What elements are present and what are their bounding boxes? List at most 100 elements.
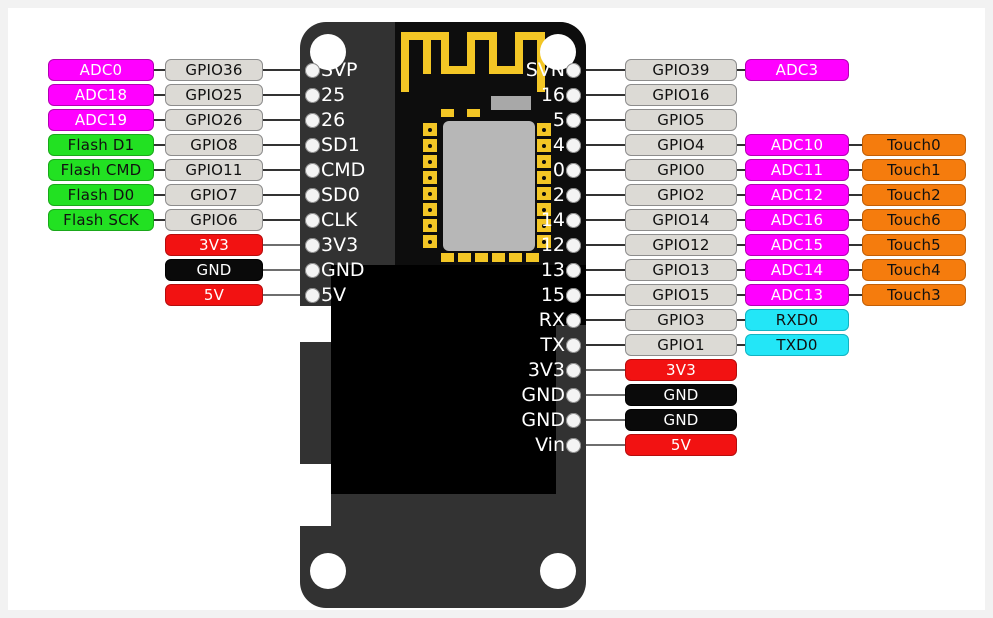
- right-touch-box-9[interactable]: Touch3: [862, 284, 966, 306]
- mount-hole-bottom-left: [310, 553, 346, 589]
- left-gpio-box-5[interactable]: GPIO7: [165, 184, 263, 206]
- header-pin-right-13[interactable]: [566, 387, 581, 403]
- header-pin-left-6[interactable]: [305, 212, 320, 228]
- right-touch-box-5[interactable]: Touch2: [862, 184, 966, 206]
- header-pin-right-0[interactable]: [566, 62, 581, 78]
- module-pad-bottom-0: [441, 253, 454, 262]
- left-func-box-4[interactable]: Flash CMD: [48, 159, 154, 181]
- module-pad-bottom-3: [492, 253, 505, 262]
- right-adc-box-5[interactable]: ADC12: [745, 184, 849, 206]
- right-adc-box-4[interactable]: ADC11: [745, 159, 849, 181]
- right-gpio-box-8[interactable]: GPIO13: [625, 259, 737, 281]
- right-touch-box-3[interactable]: Touch0: [862, 134, 966, 156]
- right-gpio-box-11[interactable]: GPIO1: [625, 334, 737, 356]
- header-pin-right-15[interactable]: [566, 437, 581, 453]
- left-gpio-box-1[interactable]: GPIO25: [165, 84, 263, 106]
- header-pin-right-12[interactable]: [566, 362, 581, 378]
- pin-silk-label-right-8: 13: [540, 259, 565, 281]
- header-pin-left-9[interactable]: [305, 287, 320, 303]
- right-gpio-box-15[interactable]: 5V: [625, 434, 737, 456]
- header-pin-right-1[interactable]: [566, 87, 581, 103]
- left-func-box-2[interactable]: ADC19: [48, 109, 154, 131]
- header-pin-right-6[interactable]: [566, 212, 581, 228]
- left-func-box-3[interactable]: Flash D1: [48, 134, 154, 156]
- header-pin-right-10[interactable]: [566, 312, 581, 328]
- left-func-box-1[interactable]: ADC18: [48, 84, 154, 106]
- header-pin-right-9[interactable]: [566, 287, 581, 303]
- right-touch-box-8[interactable]: Touch4: [862, 259, 966, 281]
- connector-line: [582, 269, 625, 271]
- right-gpio-box-12[interactable]: 3V3: [625, 359, 737, 381]
- header-pin-right-11[interactable]: [566, 337, 581, 353]
- right-gpio-box-4[interactable]: GPIO0: [625, 159, 737, 181]
- right-adc-box-7[interactable]: ADC15: [745, 234, 849, 256]
- right-uart-box-10[interactable]: RXD0: [745, 309, 849, 331]
- right-adc-box-6[interactable]: ADC16: [745, 209, 849, 231]
- right-uart-box-11[interactable]: TXD0: [745, 334, 849, 356]
- left-gpio-box-6[interactable]: GPIO6: [165, 209, 263, 231]
- connector-line: [737, 169, 745, 171]
- left-gpio-box-4[interactable]: GPIO11: [165, 159, 263, 181]
- right-gpio-box-14[interactable]: GND: [625, 409, 737, 431]
- right-gpio-box-0[interactable]: GPIO39: [625, 59, 737, 81]
- right-gpio-box-7[interactable]: GPIO12: [625, 234, 737, 256]
- mount-hole-bottom-right: [540, 553, 576, 589]
- pin-silk-label-right-7: 12: [540, 234, 565, 256]
- right-adc-box-9[interactable]: ADC13: [745, 284, 849, 306]
- left-func-box-5[interactable]: Flash D0: [48, 184, 154, 206]
- left-gpio-box-3[interactable]: GPIO8: [165, 134, 263, 156]
- header-pin-left-4[interactable]: [305, 162, 320, 178]
- connector-line: [849, 269, 862, 271]
- header-pin-left-5[interactable]: [305, 187, 320, 203]
- pin-silk-label-left-2: 26: [321, 109, 346, 131]
- pin-silk-label-right-6: 14: [540, 209, 565, 231]
- module-pad-right-0: [537, 123, 551, 136]
- right-gpio-box-2[interactable]: GPIO5: [625, 109, 737, 131]
- header-pin-right-3[interactable]: [566, 137, 581, 153]
- header-pin-right-8[interactable]: [566, 262, 581, 278]
- connector-line: [737, 194, 745, 196]
- module-pad-bottom-2: [475, 253, 488, 262]
- connector-line: [582, 244, 625, 246]
- header-pin-left-7[interactable]: [305, 237, 320, 253]
- right-touch-box-7[interactable]: Touch5: [862, 234, 966, 256]
- left-gpio-box-9[interactable]: 5V: [165, 284, 263, 306]
- header-pin-right-2[interactable]: [566, 112, 581, 128]
- connector-line: [582, 294, 625, 296]
- connector-line: [582, 169, 625, 171]
- pin-silk-label-right-0: SVN: [525, 59, 565, 81]
- header-pin-right-7[interactable]: [566, 237, 581, 253]
- pin-silk-label-right-14: GND: [521, 409, 565, 431]
- module-pad-top-0: [441, 109, 454, 117]
- module-pad-left-7: [423, 235, 437, 248]
- module-pad-left-6: [423, 219, 437, 232]
- module-pad-bottom-4: [509, 253, 522, 262]
- right-gpio-box-5[interactable]: GPIO2: [625, 184, 737, 206]
- header-pin-left-2[interactable]: [305, 112, 320, 128]
- header-pin-right-4[interactable]: [566, 162, 581, 178]
- right-adc-box-0[interactable]: ADC3: [745, 59, 849, 81]
- left-func-box-6[interactable]: Flash SCK: [48, 209, 154, 231]
- right-gpio-box-9[interactable]: GPIO15: [625, 284, 737, 306]
- header-pin-left-3[interactable]: [305, 137, 320, 153]
- left-gpio-box-2[interactable]: GPIO26: [165, 109, 263, 131]
- header-pin-left-0[interactable]: [305, 62, 320, 78]
- header-pin-left-1[interactable]: [305, 87, 320, 103]
- left-gpio-box-8[interactable]: GND: [165, 259, 263, 281]
- right-touch-box-6[interactable]: Touch6: [862, 209, 966, 231]
- right-gpio-box-10[interactable]: GPIO3: [625, 309, 737, 331]
- header-pin-right-14[interactable]: [566, 412, 581, 428]
- header-pin-right-5[interactable]: [566, 187, 581, 203]
- header-pin-left-8[interactable]: [305, 262, 320, 278]
- right-adc-box-8[interactable]: ADC14: [745, 259, 849, 281]
- right-gpio-box-1[interactable]: GPIO16: [625, 84, 737, 106]
- right-gpio-box-13[interactable]: GND: [625, 384, 737, 406]
- right-adc-box-3[interactable]: ADC10: [745, 134, 849, 156]
- right-gpio-box-6[interactable]: GPIO14: [625, 209, 737, 231]
- right-gpio-box-3[interactable]: GPIO4: [625, 134, 737, 156]
- right-touch-box-4[interactable]: Touch1: [862, 159, 966, 181]
- left-gpio-box-0[interactable]: GPIO36: [165, 59, 263, 81]
- connector-line: [849, 294, 862, 296]
- left-func-box-0[interactable]: ADC0: [48, 59, 154, 81]
- left-gpio-box-7[interactable]: 3V3: [165, 234, 263, 256]
